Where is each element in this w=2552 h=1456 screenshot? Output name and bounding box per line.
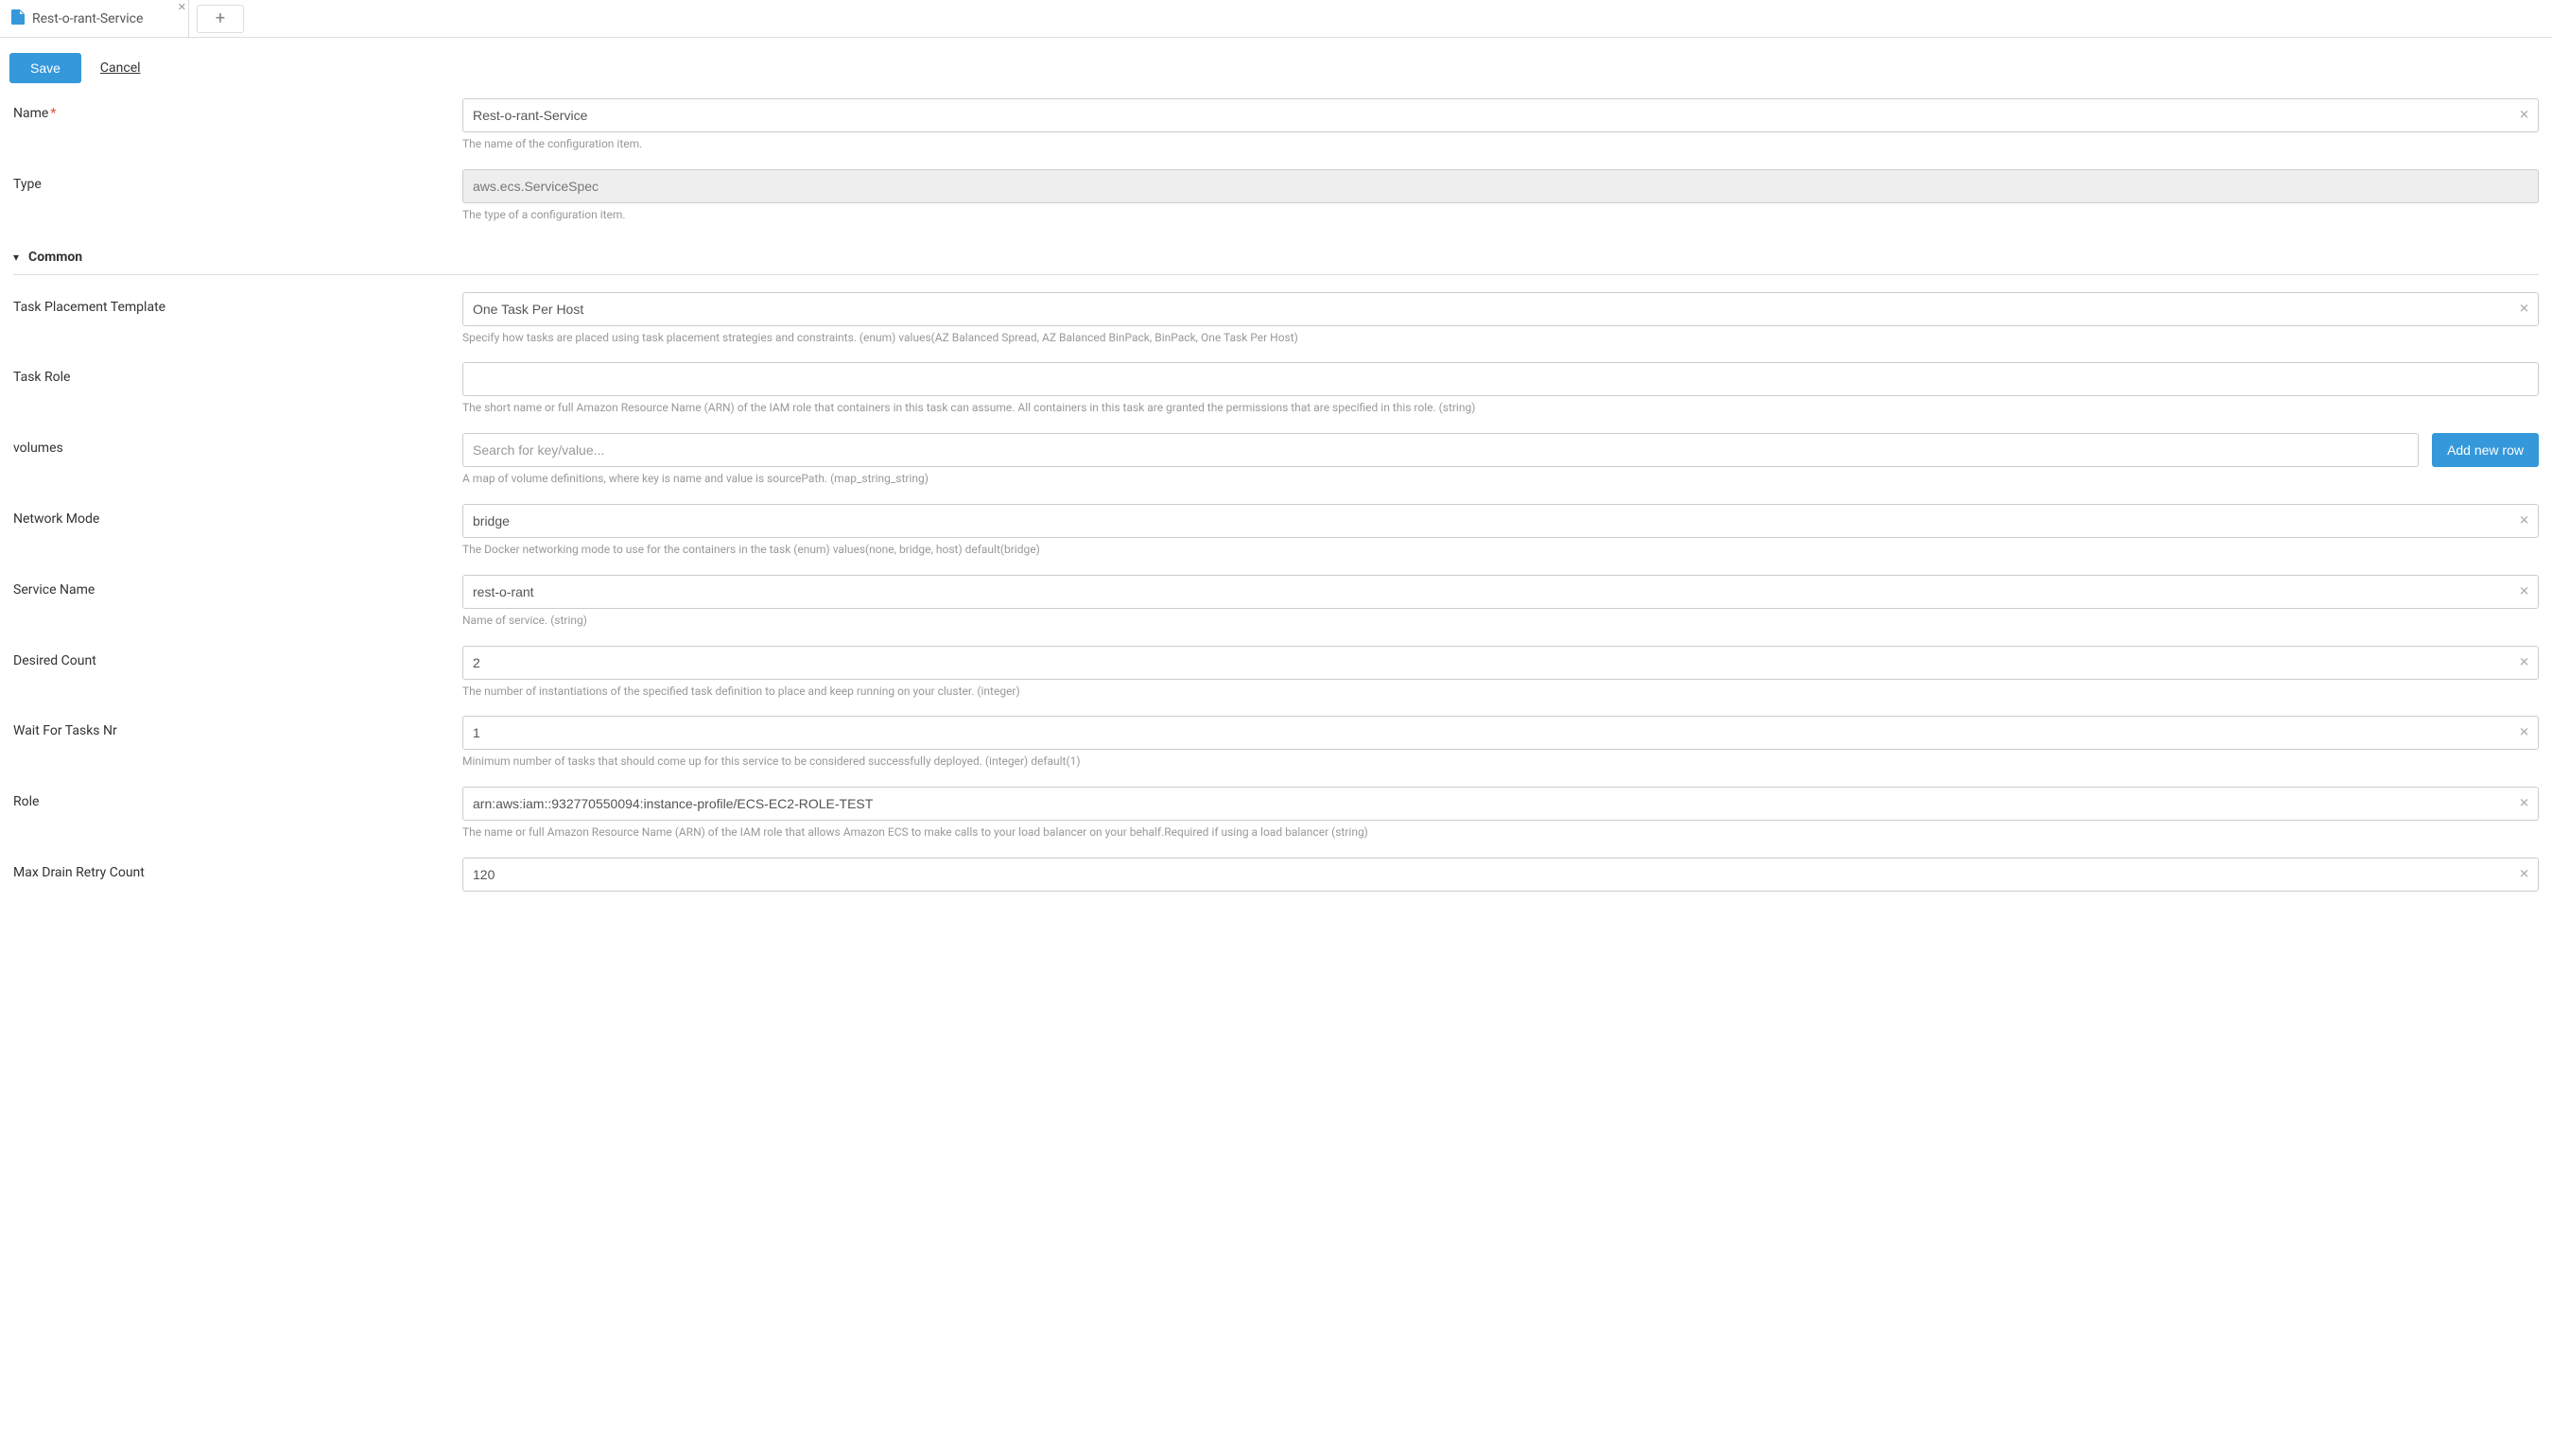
role-label: Role	[13, 787, 462, 841]
network-mode-input[interactable]	[462, 504, 2539, 538]
name-input[interactable]	[462, 98, 2539, 132]
chevron-down-icon: ▾	[13, 251, 19, 264]
role-help: The name or full Amazon Resource Name (A…	[462, 824, 2539, 841]
wait-for-tasks-nr-label: Wait For Tasks Nr	[13, 716, 462, 770]
wait-for-tasks-nr-help: Minimum number of tasks that should come…	[462, 754, 2539, 770]
task-placement-template-input[interactable]	[462, 292, 2539, 326]
clear-icon[interactable]: ✕	[2519, 655, 2529, 669]
form-area: Name* ✕ The name of the configuration it…	[0, 98, 2552, 892]
wait-for-tasks-nr-input[interactable]	[462, 716, 2539, 750]
name-help: The name of the configuration item.	[462, 136, 2539, 152]
field-max-drain-retry-count: Max Drain Retry Count ✕	[13, 858, 2539, 892]
max-drain-retry-count-input[interactable]	[462, 858, 2539, 892]
task-placement-template-label: Task Placement Template	[13, 292, 462, 346]
field-name: Name* ✕ The name of the configuration it…	[13, 98, 2539, 152]
clear-icon[interactable]: ✕	[2519, 302, 2529, 316]
field-role: Role ✕ The name or full Amazon Resource …	[13, 787, 2539, 841]
task-placement-template-help: Specify how tasks are placed using task …	[462, 330, 2539, 346]
add-new-row-button[interactable]: Add new row	[2432, 433, 2539, 467]
clear-icon[interactable]: ✕	[2519, 726, 2529, 740]
task-role-help: The short name or full Amazon Resource N…	[462, 400, 2539, 416]
file-icon	[11, 9, 25, 28]
task-role-label: Task Role	[13, 362, 462, 416]
field-volumes: volumes A map of volume definitions, whe…	[13, 433, 2539, 487]
task-role-input[interactable]	[462, 362, 2539, 396]
service-name-label: Service Name	[13, 575, 462, 629]
cancel-link[interactable]: Cancel	[100, 61, 141, 76]
volumes-label: volumes	[13, 433, 462, 487]
section-common-header[interactable]: ▾ Common	[13, 240, 2539, 275]
network-mode-label: Network Mode	[13, 504, 462, 558]
service-name-input[interactable]	[462, 575, 2539, 609]
tab-bar: Rest-o-rant-Service ✕ +	[0, 0, 2552, 38]
clear-icon[interactable]: ✕	[2519, 584, 2529, 598]
name-label: Name*	[13, 98, 462, 152]
save-button[interactable]: Save	[9, 53, 81, 83]
action-bar: Save Cancel	[0, 38, 2552, 98]
tab-label: Rest-o-rant-Service	[32, 11, 143, 26]
service-name-help: Name of service. (string)	[462, 613, 2539, 629]
section-common-title: Common	[28, 250, 82, 265]
volumes-search-input[interactable]	[462, 433, 2419, 467]
type-label: Type	[13, 169, 462, 223]
max-drain-retry-count-label: Max Drain Retry Count	[13, 858, 462, 892]
desired-count-label: Desired Count	[13, 646, 462, 700]
field-service-name: Service Name ✕ Name of service. (string)	[13, 575, 2539, 629]
field-task-placement-template: Task Placement Template ✕ Specify how ta…	[13, 292, 2539, 346]
type-input	[462, 169, 2539, 203]
role-input[interactable]	[462, 787, 2539, 821]
clear-icon[interactable]: ✕	[2519, 513, 2529, 528]
desired-count-help: The number of instantiations of the spec…	[462, 684, 2539, 700]
field-network-mode: Network Mode ✕ The Docker networking mod…	[13, 504, 2539, 558]
field-wait-for-tasks-nr: Wait For Tasks Nr ✕ Minimum number of ta…	[13, 716, 2539, 770]
desired-count-input[interactable]	[462, 646, 2539, 680]
field-type: Type The type of a configuration item.	[13, 169, 2539, 223]
volumes-help: A map of volume definitions, where key i…	[462, 471, 2419, 487]
add-tab-button[interactable]: +	[197, 5, 244, 33]
tab-active[interactable]: Rest-o-rant-Service ✕	[0, 0, 189, 37]
field-task-role: Task Role The short name or full Amazon …	[13, 362, 2539, 416]
clear-icon[interactable]: ✕	[2519, 797, 2529, 811]
network-mode-help: The Docker networking mode to use for th…	[462, 542, 2539, 558]
field-desired-count: Desired Count ✕ The number of instantiat…	[13, 646, 2539, 700]
clear-icon[interactable]: ✕	[2519, 109, 2529, 123]
type-help: The type of a configuration item.	[462, 207, 2539, 223]
clear-icon[interactable]: ✕	[2519, 867, 2529, 881]
close-icon[interactable]: ✕	[178, 2, 186, 12]
